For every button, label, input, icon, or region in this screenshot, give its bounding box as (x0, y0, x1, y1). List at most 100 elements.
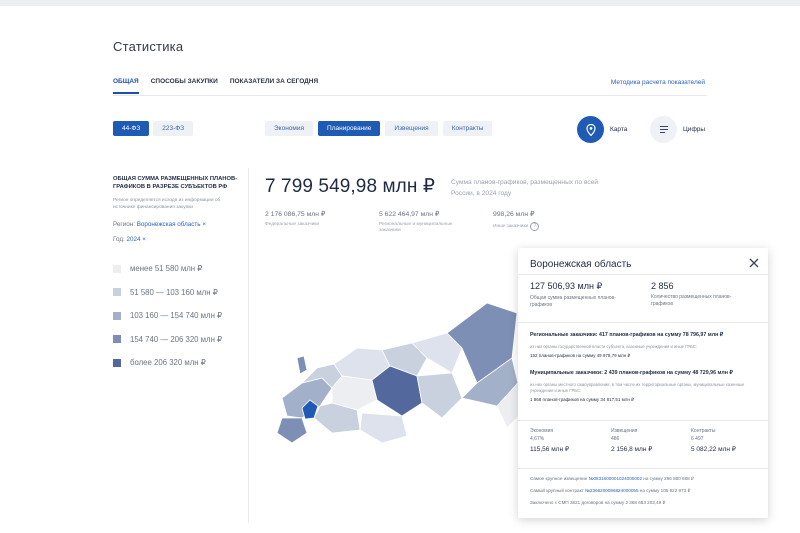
legend-swatch (113, 264, 121, 273)
tab-purchase-methods[interactable]: СПОСОБЫ ЗАКУПКИ (151, 78, 218, 94)
map-region (276, 417, 308, 444)
map-view-label: Карта (610, 126, 628, 133)
largest-contract-line: Самый крупный контракт №2366200086824000… (530, 488, 690, 494)
methodology-link[interactable]: Методика расчета показателей (611, 79, 705, 86)
sidebar: Общая сумма размещенных планов-графиков … (113, 175, 238, 375)
contracts-label: Контракты (691, 428, 716, 434)
municipal-heading: Муниципальные заказчики: 2 439 планов-гр… (530, 370, 733, 376)
total-note: Сумма планов-графиков, размещенных по вс… (451, 179, 599, 197)
regional-label: Региональные и муниципальные заказчики (379, 222, 453, 234)
regional-value: 5 622 464,97 млн ₽ (379, 211, 440, 218)
tab-today-indicators[interactable]: ПОКАЗАТЕЛИ ЗА СЕГОДНЯ (230, 78, 318, 94)
legend-label: 103 160 — 154 740 млн ₽ (130, 311, 223, 321)
legend-label: 51 580 — 103 160 млн ₽ (130, 287, 218, 297)
municipal-subtotal: 1 868 планов-графиков на сумму 34 817,51… (530, 396, 634, 402)
map-region (416, 372, 463, 419)
russia-region-map[interactable] (262, 288, 552, 458)
notices-label: Извещения (611, 428, 638, 434)
other-label-text: Иные заказчики (493, 224, 529, 229)
legend-item: более 206 320 млн ₽ (113, 351, 238, 375)
sidebar-divider (248, 168, 249, 523)
savings-label: Экономия (530, 428, 554, 434)
sidebar-title: Общая сумма размещенных планов-графиков … (113, 176, 238, 190)
federal-stat: 2 176 086,75 млн ₽ Федеральные заказчики (265, 210, 379, 235)
contracts-value: 5 082,22 млн ₽ (691, 446, 736, 453)
sidebar-note: Регион определяется исходя из информации… (113, 198, 221, 210)
region-popup: Воронежская область 127 506,93 млн ₽ Общ… (518, 248, 768, 518)
legend-label: 154 740 — 206 320 млн ₽ (130, 334, 223, 344)
year-filter: Год: 2024 × (113, 236, 238, 243)
popup-total-value: 127 506,93 млн ₽ (530, 281, 603, 291)
total-value: 7 799 549,98 млн ₽ (265, 176, 436, 197)
federal-value: 2 176 086,75 млн ₽ (265, 211, 326, 218)
regional-description: из них органы государственной власти суб… (530, 344, 698, 349)
popup-contracts-col: Контракты 6 497 5 082,22 млн ₽ (691, 428, 736, 453)
numbers-view-label: Цифры (683, 126, 706, 133)
largest-contract-prefix: Самый крупный контракт (530, 488, 584, 493)
popup-divider (518, 468, 768, 469)
contracts-count: 6 497 (691, 436, 704, 442)
law-223-button[interactable]: 223-ФЗ (153, 121, 194, 136)
legend-swatch (113, 358, 121, 367)
filter-planning-button[interactable]: Планирование (318, 121, 381, 136)
region-label: Регион: (113, 221, 135, 228)
municipal-description: из них органы местного самоуправления, в… (530, 382, 745, 393)
region-value-chip[interactable]: Воронежская область × (137, 221, 206, 228)
legend-item: 51 580 — 103 160 млн ₽ (113, 281, 238, 305)
popup-title: Воронежская область (530, 259, 632, 270)
tab-bar: ОБЩАЯ СПОСОБЫ ЗАКУПКИ ПОКАЗАТЕЛИ ЗА СЕГО… (113, 78, 318, 94)
close-icon[interactable] (748, 257, 760, 269)
legend-label: менее 51 580 млн ₽ (130, 264, 203, 274)
popup-divider (518, 322, 768, 323)
customer-breakdown: 2 176 086,75 млн ₽ Федеральные заказчики… (265, 210, 607, 235)
largest-notice-link[interactable]: №0831600001024000002 (589, 476, 642, 481)
notices-count: 486 (611, 436, 620, 442)
largest-notice-line: Самое крупное извещение №083160000102400… (530, 476, 694, 482)
law-switch: 44-ФЗ 223-ФЗ (113, 121, 194, 136)
filter-savings-button[interactable]: Экономия (265, 121, 314, 136)
numbers-view-button[interactable]: Цифры (650, 116, 705, 143)
top-bar (0, 0, 800, 6)
popup-total-label: Общая сумма размещенных планов-графиков (530, 295, 616, 308)
legend-swatch (113, 311, 121, 320)
popup-total-stat: 127 506,93 млн ₽ Общая сумма размещенных… (530, 281, 630, 308)
popup-notices-col: Извещения 486 2 156,8 млн ₽ (611, 428, 652, 453)
savings-value: 115,56 млн ₽ (530, 446, 569, 453)
legend-swatch (113, 335, 121, 344)
legend-item: менее 51 580 млн ₽ (113, 257, 238, 281)
popup-count-label: Количество размещенных планов-графиков (651, 294, 732, 307)
largest-contract-suffix: на сумму 105 822 973 ₽ (639, 488, 691, 493)
popup-divider (518, 420, 768, 421)
regional-heading: Региональные заказчики: 417 планов-графи… (530, 332, 724, 338)
page-title: Статистика (113, 39, 184, 54)
tab-general[interactable]: ОБЩАЯ (113, 78, 139, 94)
year-value-chip[interactable]: 2024 × (127, 236, 146, 243)
federal-label: Федеральные заказчики (265, 222, 320, 227)
largest-contract-link[interactable]: №2366200086824000055 (585, 488, 638, 493)
regional-subtotal: 152 планов-графиков на сумму 49 978,79 м… (530, 352, 631, 358)
filter-contracts-button[interactable]: Контракты (442, 121, 493, 136)
law-44-button[interactable]: 44-ФЗ (113, 121, 150, 136)
map-view-button[interactable]: Карта (577, 116, 627, 143)
filter-notices-button[interactable]: Извещения (385, 121, 438, 136)
popup-regional-section: Региональные заказчики: 417 планов-графи… (530, 332, 758, 359)
savings-percent: 4,67% (530, 436, 545, 442)
other-stat: 998,26 млн ₽ Иные заказчики? (493, 210, 607, 235)
map-region (296, 355, 308, 375)
location-pin-icon (577, 116, 604, 143)
popup-divider (518, 274, 768, 275)
smp-contracts-line: Заключено с СМП 3821 договоров на сумму … (530, 500, 666, 505)
popup-savings-col: Экономия 4,67% 115,56 млн ₽ (530, 428, 569, 453)
list-lines-icon (650, 116, 677, 143)
legend-item: 154 740 — 206 320 млн ₽ (113, 328, 238, 352)
other-label: Иные заказчики? (493, 222, 607, 231)
map-legend: менее 51 580 млн ₽ 51 580 — 103 160 млн … (113, 257, 238, 375)
popup-count-value: 2 856 (651, 281, 674, 291)
legend-swatch (113, 288, 121, 297)
largest-notice-prefix: Самое крупное извещение (530, 476, 588, 481)
region-filter: Регион: Воронежская область × (113, 221, 238, 228)
help-icon[interactable]: ? (530, 222, 540, 231)
legend-label: более 206 320 млн ₽ (130, 358, 206, 368)
largest-notice-suffix: на сумму 296 880 688 ₽ (643, 476, 694, 481)
year-label: Год: (113, 236, 125, 243)
